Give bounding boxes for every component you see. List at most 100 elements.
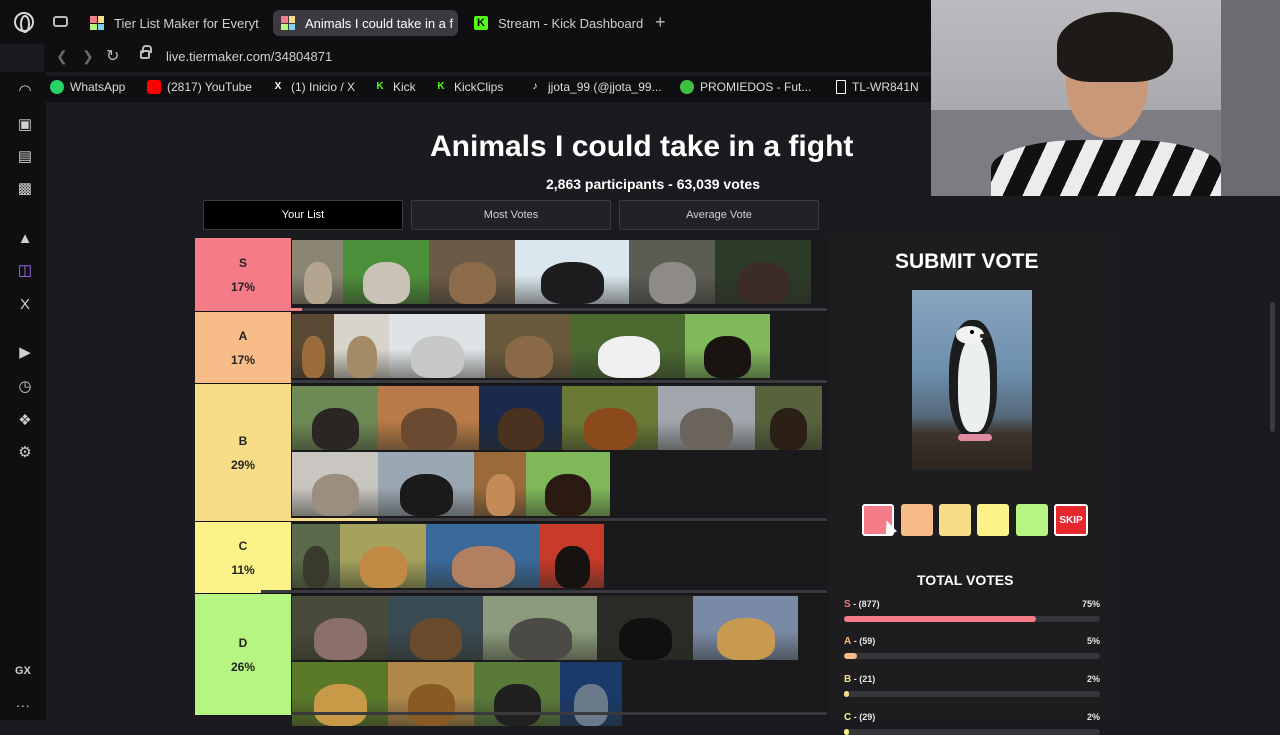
animal-silhouette bbox=[359, 546, 407, 588]
player-icon[interactable]: ▶ bbox=[16, 344, 34, 362]
vote-a-button[interactable] bbox=[901, 504, 933, 536]
animal-card[interactable] bbox=[292, 524, 340, 588]
animal-card[interactable] bbox=[562, 386, 658, 450]
animal-card[interactable] bbox=[693, 596, 798, 660]
animal-card[interactable] bbox=[292, 452, 378, 516]
bookmark-promiedos[interactable]: PROMIEDOS - Fut... bbox=[680, 80, 811, 94]
opera-logo-icon[interactable] bbox=[14, 12, 34, 33]
vote-count: - (877) bbox=[850, 599, 880, 609]
animal-card[interactable] bbox=[389, 314, 485, 378]
animal-card[interactable] bbox=[560, 662, 622, 726]
bookmark-whatsapp[interactable]: WhatsApp bbox=[50, 80, 125, 94]
animal-card[interactable] bbox=[343, 240, 429, 304]
vote-c-button[interactable] bbox=[977, 504, 1009, 536]
tier-label: B 29% bbox=[195, 384, 291, 521]
animal-card[interactable] bbox=[340, 524, 426, 588]
animal-card[interactable] bbox=[479, 386, 562, 450]
animal-silhouette bbox=[303, 546, 329, 588]
animal-card[interactable] bbox=[685, 314, 770, 378]
animal-silhouette bbox=[716, 618, 775, 660]
reload-icon[interactable]: ↻ bbox=[106, 46, 119, 66]
animal-card[interactable] bbox=[597, 596, 693, 660]
animal-card[interactable] bbox=[629, 240, 715, 304]
news-icon[interactable]: ▤ bbox=[16, 148, 34, 166]
aria-icon[interactable]: ▲ bbox=[16, 230, 34, 248]
animal-card[interactable] bbox=[526, 452, 610, 516]
skip-button[interactable]: SKIP bbox=[1054, 504, 1088, 536]
vote-d-button[interactable] bbox=[1016, 504, 1048, 536]
shopping-bag-icon[interactable]: ▣ bbox=[16, 116, 34, 134]
bookmark-kickclips[interactable]: K KickClips bbox=[434, 80, 503, 94]
url-field[interactable]: live.tiermaker.com/34804871 bbox=[166, 49, 332, 64]
history-icon[interactable]: ◷ bbox=[16, 378, 34, 396]
lock-icon[interactable] bbox=[140, 45, 152, 59]
animal-card[interactable] bbox=[474, 662, 560, 726]
animal-silhouette bbox=[451, 546, 515, 588]
animal-card[interactable] bbox=[292, 240, 343, 304]
animal-card[interactable] bbox=[292, 314, 334, 378]
animal-card[interactable] bbox=[378, 452, 474, 516]
vote-percent: 2% bbox=[1086, 712, 1100, 722]
gamepad-icon[interactable] bbox=[53, 16, 68, 27]
extensions-icon[interactable]: ❖ bbox=[16, 412, 34, 430]
animal-card[interactable] bbox=[572, 314, 685, 378]
tier-row-s: S 17% bbox=[195, 238, 828, 312]
tab-most-votes[interactable]: Most Votes bbox=[411, 200, 611, 230]
tier-items bbox=[291, 594, 828, 726]
tier-name: A bbox=[238, 328, 248, 343]
animal-card[interactable] bbox=[429, 240, 515, 304]
tier-vote-bar bbox=[291, 712, 827, 715]
speed-dial-icon[interactable]: ◠ bbox=[16, 82, 34, 100]
page-scrollbar[interactable] bbox=[1270, 302, 1275, 432]
bookmark-label: PROMIEDOS - Fut... bbox=[700, 80, 812, 94]
animal-card[interactable] bbox=[483, 596, 597, 660]
animal-silhouette bbox=[410, 336, 464, 378]
animal-silhouette bbox=[583, 408, 637, 450]
bookmark-youtube[interactable]: (2817) YouTube bbox=[147, 80, 252, 94]
tab-average-vote[interactable]: Average Vote bbox=[619, 200, 819, 230]
animal-card[interactable] bbox=[292, 596, 388, 660]
animal-card[interactable] bbox=[474, 452, 526, 516]
tier-label: S 17% bbox=[195, 238, 291, 311]
settings-icon[interactable]: ⚙ bbox=[16, 444, 34, 462]
bookmark-router[interactable]: TL-WR841N bbox=[836, 80, 919, 94]
animal-card[interactable] bbox=[540, 524, 604, 588]
animal-card[interactable] bbox=[334, 314, 389, 378]
animal-card[interactable] bbox=[715, 240, 811, 304]
animal-card[interactable] bbox=[292, 662, 388, 726]
tier-label: D 26% bbox=[195, 594, 291, 715]
animal-card[interactable] bbox=[292, 386, 378, 450]
animal-card[interactable] bbox=[388, 596, 483, 660]
animal-card[interactable] bbox=[388, 662, 474, 726]
vote-progress-bar bbox=[844, 691, 1100, 697]
new-tab-button[interactable]: + bbox=[655, 12, 666, 33]
tab-label: Stream - Kick Dashboard bbox=[498, 15, 644, 31]
tab-your-list[interactable]: Your List bbox=[203, 200, 403, 230]
back-arrow-icon[interactable]: ❮ bbox=[56, 48, 68, 65]
tab-kick-dashboard[interactable]: K Stream - Kick Dashboard bbox=[466, 10, 646, 36]
bookmark-x[interactable]: X (1) Inicio / X bbox=[271, 80, 355, 94]
x-icon[interactable]: X bbox=[16, 296, 34, 314]
animal-card[interactable] bbox=[755, 386, 822, 450]
more-icon[interactable]: ... bbox=[16, 694, 31, 710]
bookmark-kick[interactable]: K Kick bbox=[373, 80, 415, 94]
animal-silhouette bbox=[648, 262, 696, 304]
bookmark-tiktok[interactable]: ♪ jjota_99 (@jjota_99... bbox=[528, 80, 662, 94]
vote-row-a: A - (59) 5% bbox=[844, 636, 1100, 659]
vote-b-button[interactable] bbox=[939, 504, 971, 536]
animal-card[interactable] bbox=[515, 240, 629, 304]
tab-animals-fight[interactable]: Animals I could take in a f bbox=[273, 10, 458, 36]
total-votes-title: TOTAL VOTES bbox=[917, 572, 1014, 588]
forward-arrow-icon[interactable]: ❯ bbox=[82, 48, 94, 65]
animal-card[interactable] bbox=[378, 386, 479, 450]
bookmark-label: (2817) YouTube bbox=[167, 80, 252, 94]
messenger-icon[interactable]: ▩ bbox=[16, 180, 34, 198]
kick-icon: K bbox=[437, 81, 445, 92]
gx-corner-icon[interactable]: GX bbox=[15, 665, 31, 677]
animal-card[interactable] bbox=[426, 524, 540, 588]
tab-tier-list-maker[interactable]: Tier List Maker for Everyt bbox=[82, 10, 262, 36]
vote-row-b: B - (21) 2% bbox=[844, 674, 1100, 697]
twitch-icon[interactable]: ◫ bbox=[16, 262, 34, 280]
animal-card[interactable] bbox=[658, 386, 755, 450]
animal-card[interactable] bbox=[485, 314, 572, 378]
